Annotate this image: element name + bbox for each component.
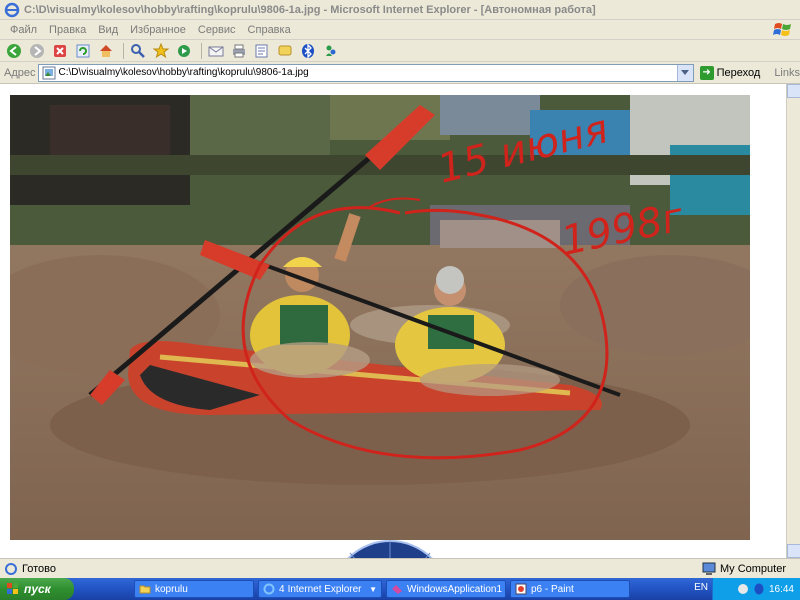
task-label: WindowsApplication1 ... <box>407 583 506 595</box>
search-icon[interactable] <box>128 42 148 60</box>
messenger-icon[interactable] <box>321 42 341 60</box>
bluetooth-icon[interactable] <box>753 583 765 595</box>
address-dropdown-button[interactable] <box>676 64 693 81</box>
stop-icon[interactable] <box>50 42 70 60</box>
task-koprulu[interactable]: koprulu <box>134 580 254 598</box>
home-icon[interactable] <box>96 42 116 60</box>
windows-flag-icon <box>7 583 18 594</box>
menu-file[interactable]: Файл <box>4 24 43 36</box>
menu-tools[interactable]: Сервис <box>192 24 242 36</box>
ie-icon <box>263 583 275 595</box>
go-button[interactable]: ➜ Переход <box>699 65 761 80</box>
edit-icon[interactable] <box>252 42 272 60</box>
vertical-scrollbar[interactable] <box>786 84 800 558</box>
chevron-down-icon <box>681 69 690 75</box>
go-label: Переход <box>716 66 761 79</box>
task-label: p6 - Paint <box>531 583 574 595</box>
favorites-icon[interactable] <box>151 42 171 60</box>
image-file-icon <box>42 66 55 79</box>
task-paint[interactable]: p6 - Paint <box>510 580 630 598</box>
media-icon[interactable] <box>174 42 194 60</box>
mail-icon[interactable] <box>206 42 226 60</box>
page-icon <box>5 562 17 575</box>
vs-icon <box>392 585 402 594</box>
toolbar <box>0 40 800 62</box>
address-value: C:\D\visualmy\kolesov\hobby\rafting\kopr… <box>58 67 309 78</box>
task-count: 4 <box>279 583 285 595</box>
address-bar: Адрес C:\D\visualmy\kolesov\hobby\raftin… <box>0 62 800 84</box>
computer-icon <box>702 562 716 575</box>
task-label: koprulu <box>155 583 188 595</box>
rafting-photo: 15 июня 1998г <box>10 95 750 540</box>
start-button[interactable]: пуск <box>0 578 74 600</box>
taskbar: пуск koprulu 4 Internet Explorer ▼ Windo… <box>0 578 800 600</box>
menu-view[interactable]: Вид <box>92 24 124 36</box>
title-bar: C:\D\visualmy\kolesov\hobby\rafting\kopr… <box>0 0 800 20</box>
menu-bar: Файл Правка Вид Избранное Сервис Справка <box>0 20 800 40</box>
address-label: Адрес <box>4 66 36 79</box>
paint-icon <box>515 583 527 595</box>
network-icon[interactable] <box>737 583 749 595</box>
clock: 16:44 <box>768 583 794 595</box>
chevron-down-icon: ▼ <box>369 584 377 594</box>
task-internet-explorer[interactable]: 4 Internet Explorer ▼ <box>258 580 382 598</box>
windows-logo-icon <box>773 23 791 36</box>
language-indicator[interactable]: EN <box>694 582 708 593</box>
refresh-icon[interactable] <box>73 42 93 60</box>
go-arrow-icon: ➜ <box>699 65 714 80</box>
address-input[interactable]: C:\D\visualmy\kolesov\hobby\rafting\kopr… <box>37 63 694 82</box>
scroll-up-button[interactable] <box>787 84 800 98</box>
task-windows-application[interactable]: WindowsApplication1 ... <box>386 580 506 598</box>
discuss-icon[interactable] <box>275 42 295 60</box>
window-title: C:\D\visualmy\kolesov\hobby\rafting\kopr… <box>24 3 596 16</box>
bluetooth-icon[interactable] <box>298 42 318 60</box>
zone-text: My Computer <box>719 563 786 575</box>
start-label: пуск <box>24 582 51 596</box>
menu-help[interactable]: Справка <box>242 24 297 36</box>
task-label: Internet Explorer <box>287 583 362 595</box>
toolbar-separator <box>201 42 202 59</box>
scroll-down-button[interactable] <box>787 544 800 558</box>
rafting-photo-image: 15 июня 1998г <box>10 95 750 540</box>
status-text: Готово <box>22 562 56 575</box>
ie-icon <box>4 2 20 17</box>
menu-edit[interactable]: Правка <box>43 24 92 36</box>
system-tray: 16:44 <box>712 578 800 600</box>
back-icon[interactable] <box>4 42 24 60</box>
status-bar: Готово My Computer <box>0 558 800 578</box>
links-button[interactable]: Links <box>774 67 800 79</box>
security-zone: My Computer <box>702 561 786 577</box>
page-content: 15 июня 1998г <box>0 84 786 558</box>
toolbar-separator <box>123 42 124 59</box>
print-icon[interactable] <box>229 42 249 60</box>
folder-icon <box>139 585 151 594</box>
menu-favorites[interactable]: Избранное <box>124 24 192 36</box>
forward-icon[interactable] <box>27 42 47 60</box>
